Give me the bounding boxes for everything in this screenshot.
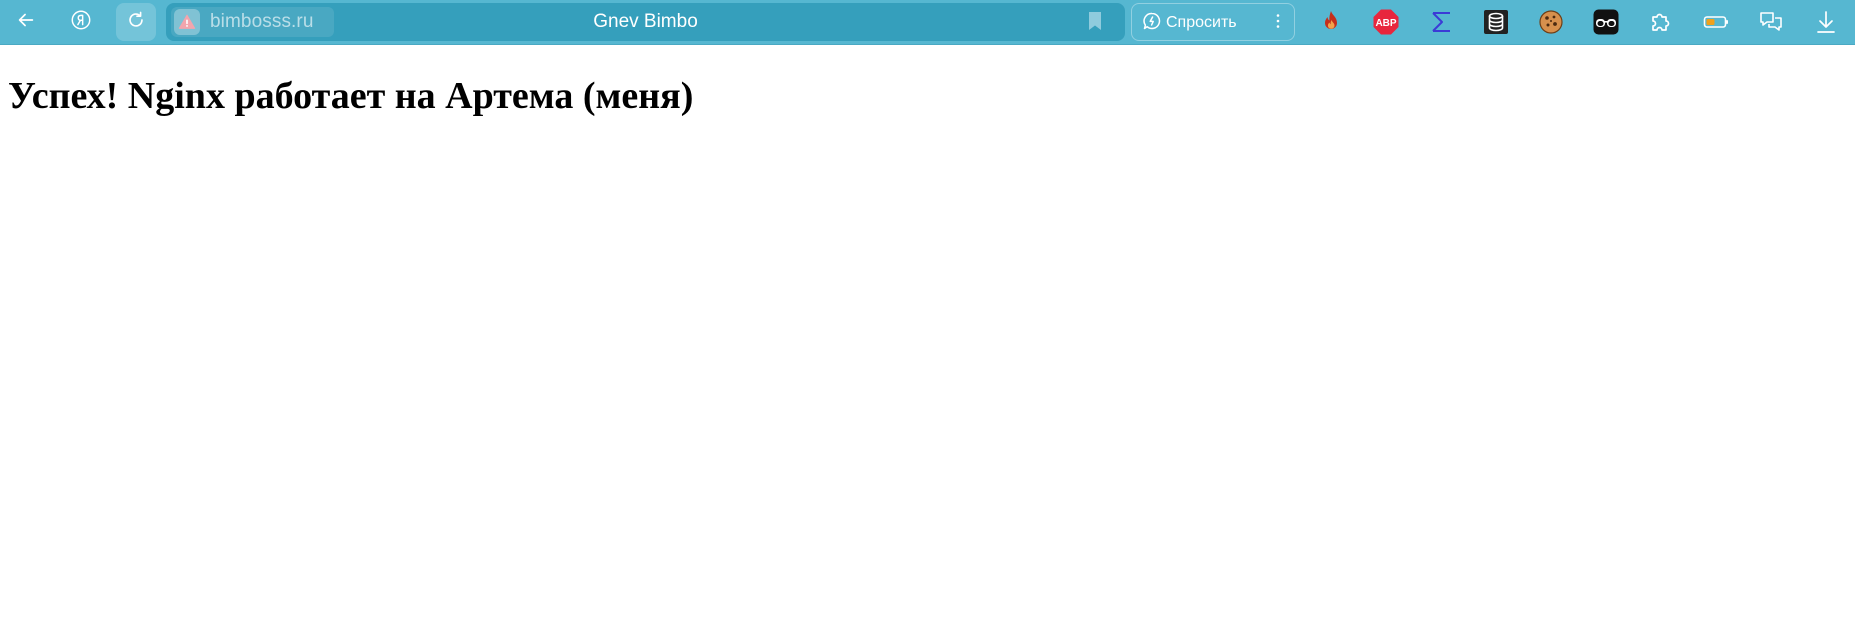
adblock-plus-icon[interactable]: ABP [1371,7,1401,37]
ask-more-button[interactable] [1268,12,1288,34]
back-arrow-icon [15,9,37,36]
yandex-logo-icon [70,9,92,36]
reload-icon [125,9,147,36]
reload-button[interactable] [116,3,156,41]
ask-panel: Спросить [1131,3,1295,41]
download-icon[interactable] [1811,7,1841,37]
chat-bubbles-icon[interactable] [1756,7,1786,37]
battery-icon[interactable] [1701,7,1731,37]
back-button[interactable] [6,3,46,41]
cookie-extension-icon[interactable] [1536,7,1566,37]
page-heading: Успех! Nginx работает на Артема (меня) [8,75,694,117]
ai-chat-icon [1142,11,1166,36]
database-extension-icon[interactable] [1481,7,1511,37]
warning-icon[interactable] [174,9,200,35]
more-vertical-icon [1276,13,1280,34]
flame-extension-icon[interactable] [1316,7,1346,37]
adblock-label: ABP [1375,18,1396,29]
bookmark-icon [1087,11,1103,36]
ask-button[interactable]: Спросить [1142,10,1237,36]
ask-button-label: Спросить [1166,14,1237,31]
bookmark-button[interactable] [1084,11,1106,36]
page-content: Успех! Nginx работает на Артема (меня) [0,46,1855,625]
address-bar[interactable]: bimbosss.ru Gnev Bimbo [166,3,1125,41]
glasses-extension-icon[interactable] [1591,7,1621,37]
address-host[interactable]: bimbosss.ru [210,11,314,33]
sigma-extension-icon[interactable] [1426,7,1456,37]
site-info-pill[interactable]: bimbosss.ru [171,7,334,37]
yandex-home-button[interactable] [61,3,101,41]
browser-toolbar: bimbosss.ru Gnev Bimbo Спросить ABP [0,0,1855,45]
puzzle-extensions-icon[interactable] [1646,7,1676,37]
